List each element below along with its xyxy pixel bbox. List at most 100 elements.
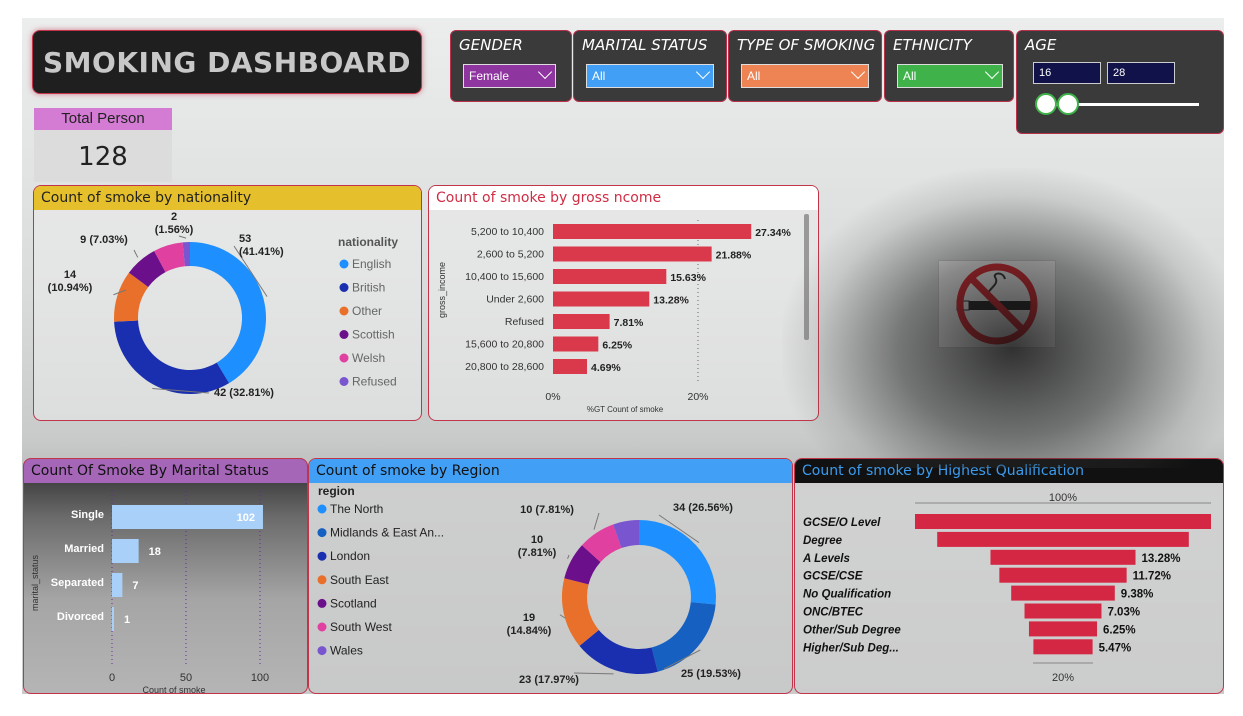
smoking-type-slicer: TYPE OF SMOKING All — [728, 30, 882, 102]
income-chart-panel: Count of smoke by gross ncome 5,200 to 1… — [428, 185, 819, 421]
region-donut-chart: region The North Midlands & East An... Lond… — [317, 484, 741, 686]
legend-marker — [317, 528, 327, 538]
category-label: ONC/BTEC — [803, 607, 864, 619]
legend-item: London — [330, 549, 370, 563]
data-label: 27.34% — [755, 227, 791, 239]
category-label: GCSE/O Level — [803, 517, 881, 529]
smoking-type-dropdown[interactable]: All — [741, 64, 869, 88]
marital-dropdown[interactable]: All — [586, 64, 714, 88]
data-label: 6.25% — [602, 340, 632, 352]
donut-slice-midlands-east-an- — [651, 602, 716, 672]
legend-marker-english — [339, 259, 349, 269]
income-bar — [553, 314, 610, 329]
legend-item: Midlands & East An... — [330, 526, 444, 540]
age-max-input[interactable]: 28 — [1107, 62, 1175, 84]
marital-chart-title: Count Of Smoke By Marital Status — [24, 459, 307, 483]
income-bar — [553, 336, 599, 352]
data-label: 18 — [149, 546, 161, 558]
legend-item-scottish: Scottish — [352, 328, 395, 342]
legend-item: The North — [330, 502, 383, 516]
data-label: 7 — [132, 580, 138, 592]
tick-label: Married — [64, 543, 104, 555]
income-bar — [553, 269, 667, 284]
category-label: Other/Sub Degree — [803, 624, 901, 636]
data-label: 21.88% — [716, 250, 752, 262]
x-axis-label: Count of smoke — [142, 685, 205, 693]
label-leader-line — [567, 554, 570, 559]
funnel-bar — [937, 531, 1189, 547]
funnel-bar — [1028, 621, 1098, 637]
legend-item: South West — [330, 620, 392, 634]
funnel-bar — [1033, 639, 1093, 655]
category-label: GCSE/CSE — [803, 571, 863, 583]
ethnicity-dropdown[interactable]: All — [897, 64, 1003, 88]
legend-marker — [317, 504, 327, 514]
data-label: 4.69% — [591, 362, 621, 374]
marital-chart-panel: Count Of Smoke By Marital Status Single 1… — [23, 458, 308, 694]
legend-item: Scotland — [330, 596, 377, 610]
legend-item-british: British — [352, 281, 385, 295]
data-label: 7.81% — [614, 317, 644, 329]
nationality-chart-title: Count of smoke by nationality — [34, 186, 421, 210]
chevron-down-icon — [850, 64, 866, 80]
legend-title: nationality — [338, 235, 398, 249]
tick-label: Refused — [505, 316, 544, 328]
age-slicer: AGE 16 28 — [1016, 30, 1224, 134]
smoking-type-slicer-label: TYPE OF SMOKING — [737, 36, 876, 54]
marital-bar — [112, 573, 123, 597]
x-tick-label: 20% — [687, 391, 708, 403]
legend-marker — [317, 646, 327, 656]
legend-title: region — [318, 484, 355, 498]
data-label: 34 (26.56%) — [673, 502, 733, 514]
ethnicity-dropdown-value: All — [903, 69, 917, 83]
data-label: 42 (32.81%) — [214, 387, 274, 399]
legend-marker-scottish — [339, 330, 349, 339]
data-label: 6.25% — [1103, 624, 1136, 636]
label-leader-line — [593, 512, 600, 530]
category-label: Degree — [803, 535, 843, 547]
legend-marker-refused — [339, 377, 349, 386]
tick-label: 15,600 to 20,800 — [465, 339, 544, 351]
tick-label: 2,600 to 5,200 — [477, 249, 544, 261]
data-label: 7.03% — [1107, 607, 1140, 619]
x-tick-label: 50 — [180, 672, 192, 684]
marital-bar-chart: Single 102 Married 18 Separated 7 Divorced 1 0 50… — [30, 491, 269, 693]
legend-item: Wales — [330, 644, 363, 658]
tick-label: Single — [71, 509, 104, 521]
data-label: 5.47% — [1099, 642, 1132, 654]
funnel-bar — [915, 514, 1211, 529]
marital-bar — [112, 539, 139, 563]
x-tick-label: 100 — [251, 672, 269, 684]
top-scale-label: 100% — [1049, 492, 1077, 504]
age-min-input[interactable]: 16 — [1033, 62, 1101, 84]
gender-dropdown-value: Female — [469, 69, 510, 83]
ethnicity-slicer-label: ETHNICITY — [893, 36, 972, 54]
income-bar — [553, 246, 712, 262]
gender-dropdown[interactable]: Female — [463, 64, 556, 88]
tick-label: 10,400 to 15,600 — [465, 271, 544, 283]
x-axis-label: %GT Count of smoke — [587, 405, 664, 414]
marital-slicer-label: MARITAL STATUS — [582, 36, 708, 54]
qualification-funnel-chart: 100% GCSE/O Level Degree A Levels 13.28% GCSE… — [802, 492, 1211, 684]
income-bar — [553, 224, 752, 239]
y-axis-label: marital_status — [30, 554, 40, 611]
label-leader-line — [573, 672, 614, 675]
data-label: 13.28% — [653, 295, 689, 307]
category-label: A Levels — [802, 553, 850, 565]
data-label: 10 (7.81%) — [518, 534, 557, 559]
age-slider-low-handle[interactable] — [1035, 93, 1057, 115]
donut-slice-english — [190, 242, 266, 384]
data-label: 11.72% — [1133, 571, 1171, 583]
donut-slice-london — [579, 629, 658, 674]
qualification-chart-panel: Count of smoke by Highest Qualification … — [794, 458, 1224, 694]
donut-slice-british — [114, 320, 230, 394]
legend-item-other: Other — [352, 304, 382, 318]
data-label: 53 (41.41%) — [239, 233, 284, 258]
age-slider-high-handle[interactable] — [1057, 93, 1079, 115]
gender-slicer: GENDER Female — [450, 30, 572, 102]
marital-slicer: MARITAL STATUS All — [573, 30, 727, 102]
data-label: 102 — [237, 512, 255, 524]
total-person-value: 128 — [78, 142, 128, 172]
donut-slice-the-north — [639, 520, 716, 605]
smoking-type-dropdown-value: All — [747, 69, 761, 83]
